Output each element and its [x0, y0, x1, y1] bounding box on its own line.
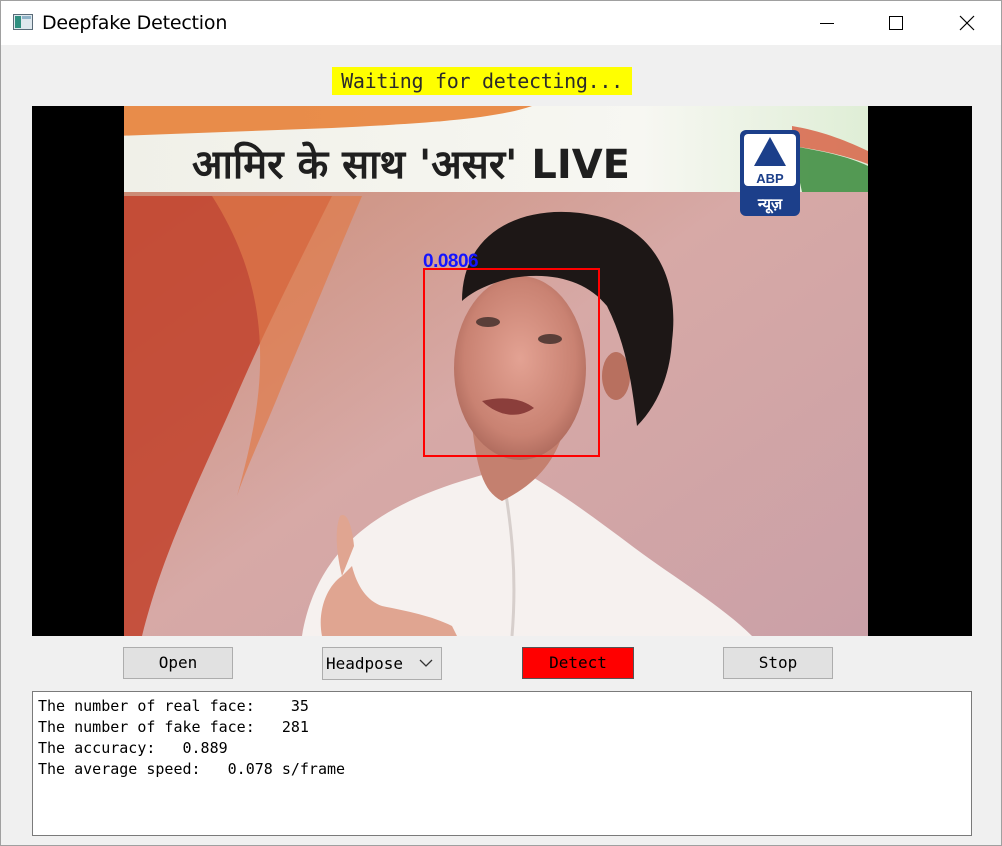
channel-logo-subtext: न्यूज़ [757, 195, 783, 214]
video-frame: आमिर के साथ 'असर' LIVE ABP न्यूज़ 0.0806 [32, 106, 972, 636]
maximize-icon [889, 16, 903, 30]
chevron-down-icon [419, 659, 433, 667]
stop-button[interactable]: Stop [723, 647, 833, 679]
window-title: Deepfake Detection [42, 12, 228, 34]
log-line-fake-faces: The number of fake face: 281 [38, 718, 309, 736]
open-button[interactable]: Open [123, 647, 233, 679]
face-bounding-box [423, 268, 600, 457]
title-bar[interactable]: Deepfake Detection [1, 1, 1001, 45]
log-line-accuracy: The accuracy: 0.889 [38, 739, 228, 757]
channel-logo-text: ABP [756, 171, 784, 186]
maximize-button[interactable] [873, 1, 919, 45]
minimize-icon [820, 23, 834, 24]
app-window: Deepfake Detection Waiting for detecting… [0, 0, 1002, 846]
results-log[interactable]: The number of real face: 35 The number o… [32, 691, 972, 836]
close-icon [959, 15, 975, 31]
detect-button[interactable]: Detect [522, 647, 634, 679]
log-line-real-faces: The number of real face: 35 [38, 697, 309, 715]
close-button[interactable] [944, 1, 990, 45]
app-window-icon [13, 14, 33, 30]
news-banner-text: आमिर के साथ 'असर' LIVE [192, 141, 630, 188]
method-select[interactable]: Headpose [322, 647, 442, 680]
minimize-button[interactable] [804, 1, 850, 45]
log-line-speed: The average speed: 0.078 s/frame [38, 760, 346, 778]
method-select-value: Headpose [326, 654, 404, 673]
status-label: Waiting for detecting... [332, 67, 632, 95]
